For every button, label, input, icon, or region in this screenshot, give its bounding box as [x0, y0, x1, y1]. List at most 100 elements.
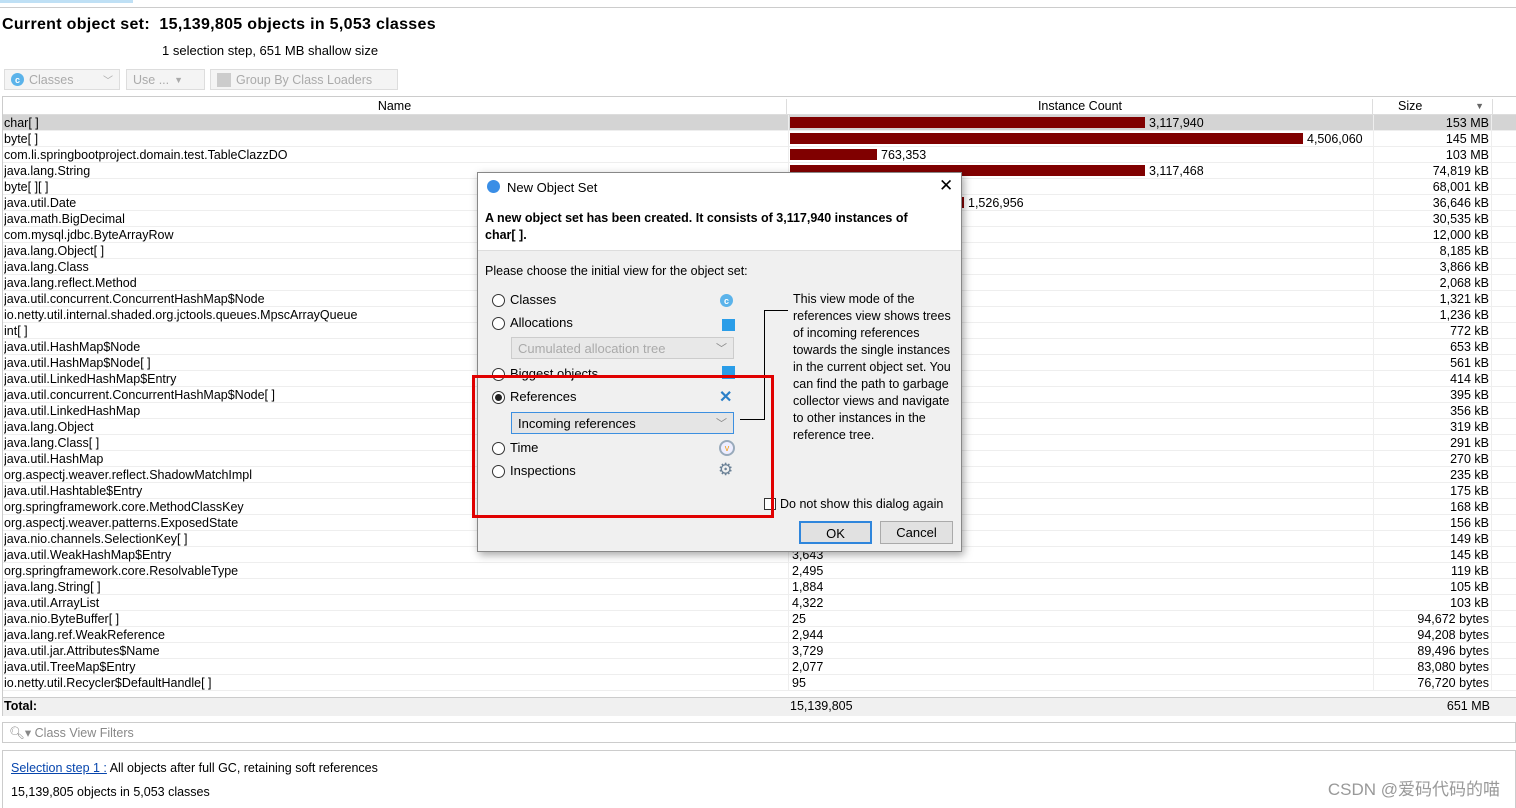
size-cell: 156 kB [1373, 515, 1492, 531]
size-cell: 3,866 kB [1373, 259, 1492, 275]
class-name: char[ ] [4, 116, 39, 130]
size-cell: 83,080 bytes [1373, 659, 1492, 675]
size-cell: 772 kB [1373, 323, 1492, 339]
table-row[interactable]: io.netty.util.Recycler$DefaultHandle[ ] 9… [3, 675, 1516, 691]
view-description: This view mode of the references view sh… [793, 292, 951, 442]
size-cell: 94,208 bytes [1373, 627, 1492, 643]
view-classes-dropdown[interactable]: c Classes ﹀ [4, 69, 120, 90]
group-by-class-loaders-button[interactable]: Group By Class Loaders [210, 69, 398, 90]
size-cell: 270 kB [1373, 451, 1492, 467]
size-cell: 2,068 kB [1373, 275, 1492, 291]
size-cell: 36,646 kB [1373, 195, 1492, 211]
dialog-header: New Object Set ✕ A new object set has be… [478, 173, 961, 251]
table-row[interactable]: com.li.springbootproject.domain.test.Tab… [3, 147, 1516, 163]
top-tab-indicator [0, 0, 133, 3]
size-header-label: Size [1398, 99, 1423, 113]
size-cell: 103 MB [1373, 147, 1492, 163]
do-not-show-label: Do not show this dialog again [780, 497, 944, 511]
table-row[interactable]: java.nio.ByteBuffer[ ] 25 94,672 bytes [3, 611, 1516, 627]
table-row[interactable]: java.util.TreeMap$Entry 2,077 83,080 bytes [3, 659, 1516, 675]
size-cell: 175 kB [1373, 483, 1492, 499]
size-cell: 30,535 kB [1373, 211, 1492, 227]
classes-icon: c [720, 294, 733, 307]
highlight-annotation-box [472, 375, 774, 518]
instance-count-cell: 3,117,940 [788, 115, 1372, 131]
instance-count: 3,117,468 [1149, 164, 1204, 178]
table-row[interactable]: java.util.jar.Attributes$Name 3,729 89,496… [3, 643, 1516, 659]
table-row[interactable]: char[ ] 3,117,940 153 MB [3, 115, 1516, 131]
close-icon[interactable]: ✕ [939, 176, 953, 196]
page-title: Current object set: 15,139,805 objects i… [2, 16, 436, 33]
column-header-name[interactable]: Name [3, 99, 787, 115]
group-label: Group By Class Loaders [236, 72, 373, 87]
instance-count: 95 [792, 676, 806, 690]
search-icon: 🔍︎▾ [9, 726, 32, 740]
selection-step-summary: 15,139,805 objects in 5,053 classes [11, 785, 210, 799]
size-cell: 1,321 kB [1373, 291, 1492, 307]
sort-desc-icon: ▼ [1475, 101, 1484, 111]
size-cell: 105 kB [1373, 579, 1492, 595]
class-name: java.lang.ref.WeakReference [4, 628, 165, 642]
size-cell: 89,496 bytes [1373, 643, 1492, 659]
instance-count: 2,077 [792, 660, 824, 674]
dialog-message: A new object set has been created. It co… [485, 211, 908, 242]
size-cell: 145 MB [1373, 131, 1492, 147]
class-loader-icon [217, 72, 231, 87]
ok-button[interactable]: OK [799, 521, 872, 544]
instance-count: 2,495 [792, 564, 824, 578]
total-count: 15,139,805 [790, 699, 853, 713]
total-row: Total: 15,139,805 651 MB [3, 697, 1516, 716]
radio-allocations[interactable] [492, 317, 505, 330]
dialog-prompt: Please choose the initial view for the o… [485, 264, 748, 278]
size-cell: 356 kB [1373, 403, 1492, 419]
radio-classes[interactable] [492, 294, 505, 307]
table-row[interactable]: java.lang.ref.WeakReference 2,944 94,208 b… [3, 627, 1516, 643]
table-row[interactable]: byte[ ] 4,506,060 145 MB [3, 131, 1516, 147]
instance-count-cell: 95 [788, 675, 1372, 691]
size-cell: 653 kB [1373, 339, 1492, 355]
use-button[interactable]: Use ... ▼ [126, 69, 205, 90]
instance-count-bar [790, 133, 1303, 144]
class-name: byte[ ] [4, 132, 39, 146]
column-header-instance-count[interactable]: Instance Count [788, 99, 1373, 115]
instance-count: 25 [792, 612, 806, 626]
size-cell: 12,000 kB [1373, 227, 1492, 243]
table-row[interactable]: java.lang.String[ ] 1,884 105 kB [3, 579, 1516, 595]
use-label: Use ... [133, 72, 170, 87]
instance-count-cell: 2,944 [788, 627, 1372, 643]
size-cell: 291 kB [1373, 435, 1492, 451]
instance-count-cell: 2,077 [788, 659, 1372, 675]
table-row[interactable]: java.util.ArrayList 4,322 103 kB [3, 595, 1516, 611]
instance-count: 4,322 [792, 596, 824, 610]
allocation-combo-value: Cumulated allocation tree [518, 341, 666, 356]
class-name: java.util.jar.Attributes$Name [4, 644, 160, 658]
selection-step-link[interactable]: Selection step 1 : [11, 761, 107, 775]
dialog-title: New Object Set [507, 180, 598, 195]
instance-count-cell: 3,729 [788, 643, 1372, 659]
instance-count: 1,526,956 [968, 196, 1024, 210]
cancel-button[interactable]: Cancel [880, 521, 953, 544]
size-cell: 103 kB [1373, 595, 1492, 611]
instance-count: 763,353 [881, 148, 927, 162]
instance-count-bar [790, 149, 877, 160]
size-cell: 145 kB [1373, 547, 1492, 563]
size-cell: 561 kB [1373, 355, 1492, 371]
instance-count: 1,884 [792, 580, 824, 594]
size-cell: 153 MB [1373, 115, 1492, 131]
size-cell: 395 kB [1373, 387, 1492, 403]
size-cell: 1,236 kB [1373, 307, 1492, 323]
allocation-view-select[interactable]: Cumulated allocation tree ﹀ [511, 337, 734, 359]
classes-icon: c [11, 73, 24, 86]
app-icon [487, 180, 500, 193]
selection-step-description: All objects after full GC, retaining sof… [106, 761, 378, 775]
class-name: java.nio.ByteBuffer[ ] [4, 612, 120, 626]
instance-count-cell: 4,322 [788, 595, 1372, 611]
chevron-down-icon: ﹀ [103, 76, 113, 87]
class-name: java.util.ArrayList [4, 596, 100, 610]
class-view-filter-input[interactable]: 🔍︎▾ Class View Filters [2, 722, 1516, 743]
table-row[interactable]: org.springframework.core.ResolvableType 2… [3, 563, 1516, 579]
size-cell: 119 kB [1373, 563, 1492, 579]
column-header-size[interactable]: Size ▼ [1373, 99, 1493, 115]
class-name: org.springframework.core.ResolvableType [4, 564, 239, 578]
instance-count: 4,506,060 [1307, 132, 1363, 146]
